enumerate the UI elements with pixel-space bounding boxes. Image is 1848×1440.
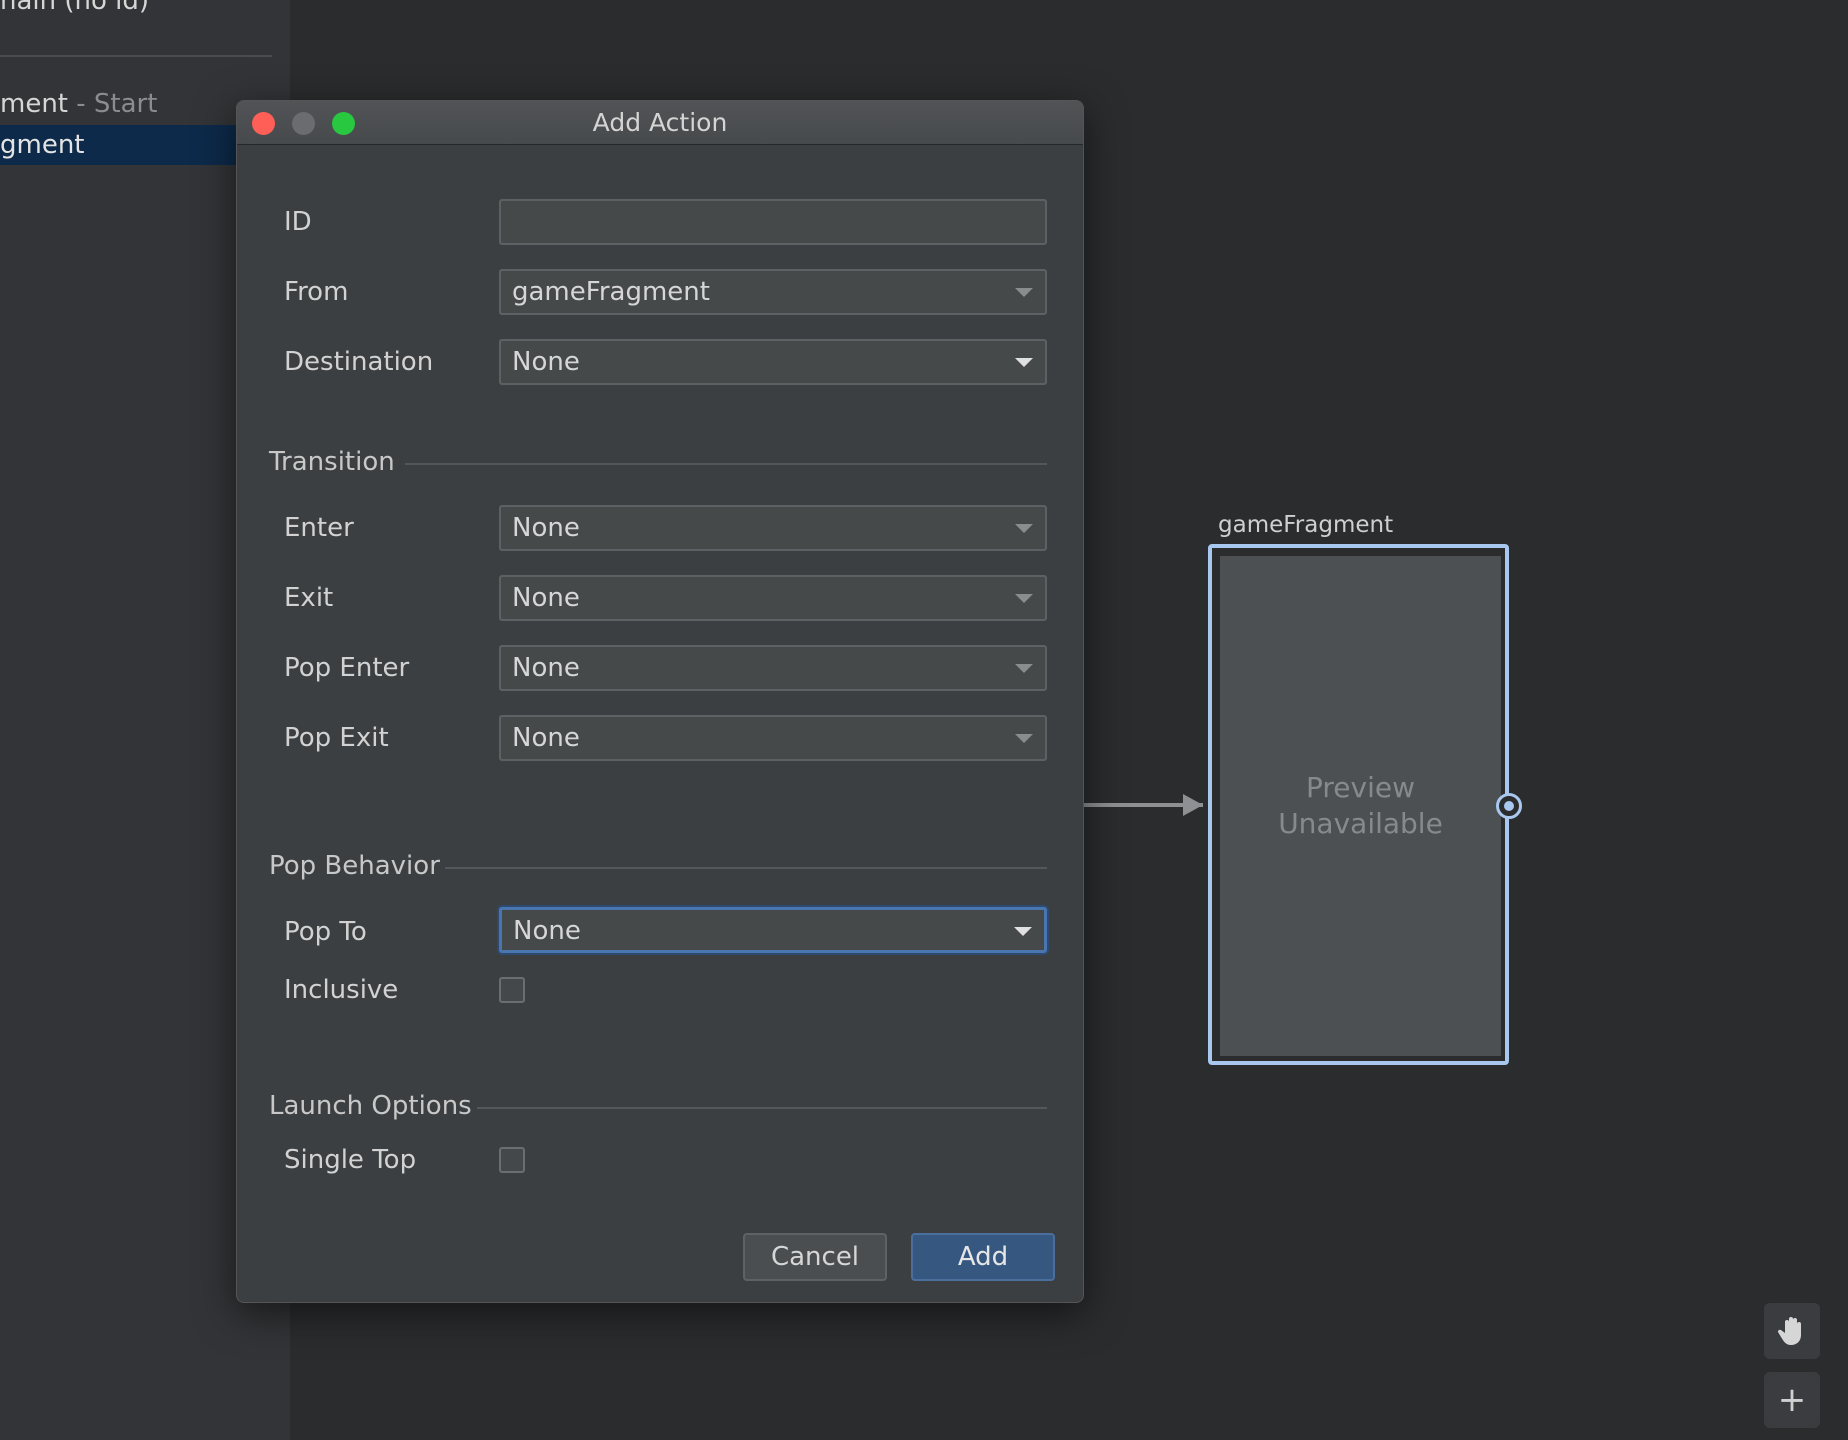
- chevron-down-icon: [1015, 358, 1033, 367]
- graph-root-item[interactable]: nain (no id): [0, 0, 149, 16]
- single-top-checkbox[interactable]: [499, 1147, 525, 1173]
- preview-text-line2: Unavailable: [1278, 807, 1443, 840]
- preview-text-line1: Preview: [1306, 771, 1415, 804]
- id-field[interactable]: [499, 199, 1047, 245]
- add-button[interactable]: Add: [911, 1233, 1055, 1281]
- destination-select[interactable]: None: [499, 339, 1047, 385]
- action-arrow-head: [1183, 794, 1203, 816]
- start-tag: - Start: [76, 89, 158, 119]
- chevron-down-icon: [1015, 524, 1033, 533]
- enter-select-value: None: [512, 513, 580, 543]
- pop-to-select[interactable]: None: [499, 907, 1047, 953]
- exit-select-value: None: [512, 583, 580, 613]
- pop-exit-select[interactable]: None: [499, 715, 1047, 761]
- destination-item-start[interactable]: ment - Start: [0, 84, 157, 124]
- pop-enter-select[interactable]: None: [499, 645, 1047, 691]
- destination-label: Destination: [284, 347, 434, 377]
- pop-exit-select-value: None: [512, 723, 580, 753]
- transition-heading: Transition: [269, 447, 395, 477]
- add-action-dialog: Add Action ID From gameFragment Destinat…: [236, 100, 1084, 1303]
- pop-exit-label: Pop Exit: [284, 723, 389, 753]
- destination-select-value: None: [512, 347, 580, 377]
- zoom-in-button[interactable]: +: [1764, 1372, 1820, 1428]
- pop-behavior-divider: [445, 867, 1047, 869]
- enter-select[interactable]: None: [499, 505, 1047, 551]
- pop-enter-select-value: None: [512, 653, 580, 683]
- exit-select[interactable]: None: [499, 575, 1047, 621]
- chevron-down-icon: [1015, 664, 1033, 673]
- panel-divider: [0, 55, 272, 57]
- chevron-down-icon: [1014, 927, 1032, 936]
- single-top-label: Single Top: [284, 1145, 417, 1175]
- dialog-title: Add Action: [592, 108, 728, 137]
- cancel-button[interactable]: Cancel: [743, 1233, 887, 1281]
- inclusive-label: Inclusive: [284, 975, 399, 1005]
- from-label: From: [284, 277, 349, 307]
- transition-divider: [405, 463, 1047, 465]
- inclusive-checkbox[interactable]: [499, 977, 525, 1003]
- node-label: gameFragment: [1218, 512, 1394, 538]
- pop-to-label: Pop To: [284, 917, 367, 947]
- enter-label: Enter: [284, 513, 354, 543]
- pop-behavior-heading: Pop Behavior: [269, 851, 440, 881]
- node-preview: Preview Unavailable: [1220, 556, 1501, 1056]
- chevron-down-icon: [1015, 288, 1033, 297]
- pan-tool-button[interactable]: [1764, 1303, 1820, 1359]
- from-select[interactable]: gameFragment: [499, 269, 1047, 315]
- action-handle[interactable]: [1496, 793, 1522, 819]
- from-select-value: gameFragment: [512, 277, 710, 307]
- id-label: ID: [284, 207, 312, 237]
- destination-item-label: ment: [0, 89, 68, 119]
- chevron-down-icon: [1015, 734, 1033, 743]
- hand-icon: [1777, 1317, 1801, 1345]
- dialog-titlebar[interactable]: Add Action: [237, 101, 1083, 145]
- launch-options-heading: Launch Options: [269, 1091, 472, 1121]
- launch-options-divider: [477, 1107, 1047, 1109]
- pop-enter-label: Pop Enter: [284, 653, 410, 683]
- exit-label: Exit: [284, 583, 334, 613]
- destination-item-label: gment: [0, 130, 85, 160]
- chevron-down-icon: [1015, 594, 1033, 603]
- pop-to-select-value: None: [513, 916, 581, 946]
